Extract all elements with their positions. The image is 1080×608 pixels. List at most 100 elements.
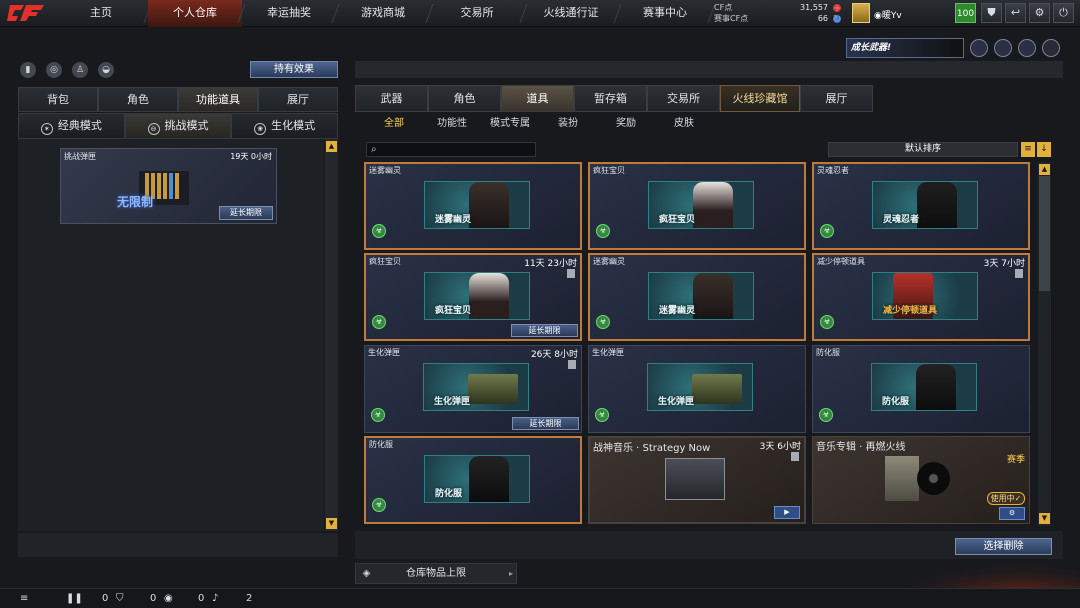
trash-icon[interactable] [1015,269,1023,278]
subtab-all[interactable]: 全部 [365,116,423,132]
tab-function-items[interactable]: 功能道具 [178,87,258,112]
item-card[interactable]: 疯狂宝贝 11天 23小时 疯狂宝贝 ☣ 延长期限 [364,253,582,341]
held-effects-button[interactable]: 持有效果 [250,61,338,78]
mode-zombie[interactable]: ❀ 生化模式 [231,113,339,139]
back-icon[interactable]: ↩ [1005,3,1026,23]
tab-character[interactable]: 角色 [98,87,178,112]
item-card[interactable]: 音乐专辑 · 再燃火线 赛季 使用中✓ ⚙ [812,436,1030,524]
binoculars-icon[interactable]: ❚❚ [66,592,83,606]
v-badge-icon[interactable] [970,39,988,57]
subtab-reward[interactable]: 奖励 [597,116,655,132]
item-card[interactable]: 疯狂宝贝 疯狂宝贝 ☣ [588,162,806,250]
extend-button[interactable]: 延长期限 [511,324,578,337]
left-scrollbar[interactable]: ▲ ▼ [325,139,338,531]
zombie-mode-badge-icon: ☣ [372,315,386,329]
cf-logo[interactable] [6,1,50,25]
tab-backpack[interactable]: 背包 [18,87,98,112]
tab-collection[interactable]: 火线珍藏馆 [720,85,800,112]
nav-lucky-draw[interactable]: 幸运抽奖 [242,0,336,27]
menu-list-icon[interactable]: ≡ [20,592,28,606]
top-bar: 主页 个人仓库 幸运抽奖 游戏商城 交易所 火线通行证 赛事中心 CF点 31,… [0,0,1080,27]
subtab-mode-exclusive[interactable]: 模式专属 [481,116,539,132]
mode-challenge[interactable]: ⊖ 挑战模式 [124,113,232,139]
item-tag: 防化服 [882,397,910,407]
select-delete-button[interactable]: 选择删除 [955,538,1052,555]
growth-weapon-banner[interactable]: 成长武器! [846,38,964,58]
wing-icon[interactable] [1018,39,1036,57]
item-card[interactable]: 防化服 防化服 ☣ [812,345,1030,433]
ranking-icon[interactable]: ▮ [20,62,36,78]
subtab-skin[interactable]: 皮肤 [655,116,713,132]
item-card[interactable]: 战神音乐 · Strategy Now 3天 6小时 ▶ [588,436,806,524]
left-item-card[interactable]: 挑战弹匣 19天 0小时 无限制 延长期限 [60,148,277,224]
item-card[interactable]: 生化弹匣 生化弹匣 ☣ [588,345,806,433]
item-card[interactable]: 迷雾幽灵 迷雾幽灵 ☣ [364,162,582,250]
power-icon[interactable]: ⏻ [1053,3,1074,23]
zombie-mode-badge-icon: ☣ [595,408,609,422]
item-card[interactable]: 灵魂忍者 灵魂忍者 ☣ [812,162,1030,250]
nav-tournament[interactable]: 赛事中心 [618,0,712,27]
subtab-cosmetic[interactable]: 装扮 [539,116,597,132]
nav-warehouse[interactable]: 个人仓库 [148,0,242,27]
globe-icon[interactable] [994,39,1012,57]
trash-icon[interactable] [568,360,576,369]
rank-icon [852,3,870,23]
scroll-up-arrow[interactable]: ▲ [326,141,337,152]
character-icon[interactable]: ♙ [72,62,88,78]
storage-limit-bar[interactable]: ◈ 仓库物品上限 ▸ [355,563,517,584]
speaker-icon[interactable]: ♪ [212,592,218,606]
trash-icon[interactable] [791,452,799,461]
zombie-mode-badge-icon: ☣ [596,315,610,329]
sort-dropdown[interactable]: 默认排序 [828,142,1018,157]
search-box[interactable]: ⌕ [366,142,536,157]
item-card[interactable]: 迷雾幽灵 迷雾幽灵 ☣ [588,253,806,341]
item-image: 迷雾幽灵 [648,272,754,320]
right-scrollbar[interactable]: ▲ ▼ [1038,162,1051,526]
match-points-label: 赛事CF点 [714,14,749,23]
refresh-icon[interactable]: ↻ [833,14,841,25]
search-input[interactable] [385,144,533,155]
nav-exchange[interactable]: 交易所 [430,0,524,27]
tab-characters[interactable]: 角色 [428,85,501,112]
nav-shop[interactable]: 游戏商城 [336,0,430,27]
extend-button[interactable]: 延长期限 [219,206,273,220]
left-footer [18,533,338,557]
w-badge-icon[interactable] [1042,39,1060,57]
mode-classic[interactable]: ✶ 经典模式 [18,113,125,139]
shield-icon[interactable]: ⛊ [981,3,1002,23]
tab-items[interactable]: 道具 [501,85,574,112]
zombie-mode-badge-icon: ☣ [820,224,834,238]
main-nav: 主页 个人仓库 幸运抽奖 游戏商城 交易所 火线通行证 赛事中心 [54,0,712,27]
item-time: 19天 0小时 [230,152,272,161]
extend-button[interactable]: 延长期限 [512,417,579,430]
nav-battle-pass[interactable]: 火线通行证 [524,0,618,27]
tab-exchange[interactable]: 交易所 [647,85,720,112]
tab-showroom-right[interactable]: 展厅 [800,85,873,112]
trash-icon[interactable] [567,269,575,278]
item-name: 生化弹匣 [592,348,624,357]
item-tag: 迷雾幽灵 [435,215,472,225]
gear-icon[interactable]: ⚙ [1029,3,1050,23]
nav-home[interactable]: 主页 [54,0,148,27]
tab-weapons[interactable]: 武器 [355,85,428,112]
scroll-thumb[interactable] [1039,176,1050,291]
sort-direction-icon[interactable]: ↓ [1037,142,1051,157]
item-card[interactable]: 防化服 防化服 ☣ [364,436,582,524]
scroll-down-arrow[interactable]: ▼ [326,518,337,529]
scroll-down-arrow[interactable]: ▼ [1039,513,1050,524]
tab-showroom[interactable]: 展厅 [258,87,338,112]
bag-icon[interactable]: ◒ [98,62,114,78]
tab-storage[interactable]: 暂存箱 [574,85,647,112]
zombie-mode-badge-icon: ☣ [371,408,385,422]
plus-icon[interactable]: + [833,3,841,14]
list-view-icon[interactable]: ≡ [1021,142,1035,157]
item-card[interactable]: 减少停顿道具 3天 7小时 减少停顿道具 ☣ [812,253,1030,341]
settings-button[interactable]: ⚙ [999,507,1025,520]
shield-status-icon[interactable]: ⛉ [116,592,124,606]
compass-icon[interactable]: ◎ [46,62,62,78]
scroll-up-arrow[interactable]: ▲ [1039,164,1050,175]
play-button[interactable]: ▶ [774,506,800,519]
chat-icon[interactable]: ◉ [164,592,173,606]
item-card[interactable]: 生化弹匣 26天 8小时 生化弹匣 ☣ 延长期限 [364,345,582,433]
subtab-functional[interactable]: 功能性 [423,116,481,132]
